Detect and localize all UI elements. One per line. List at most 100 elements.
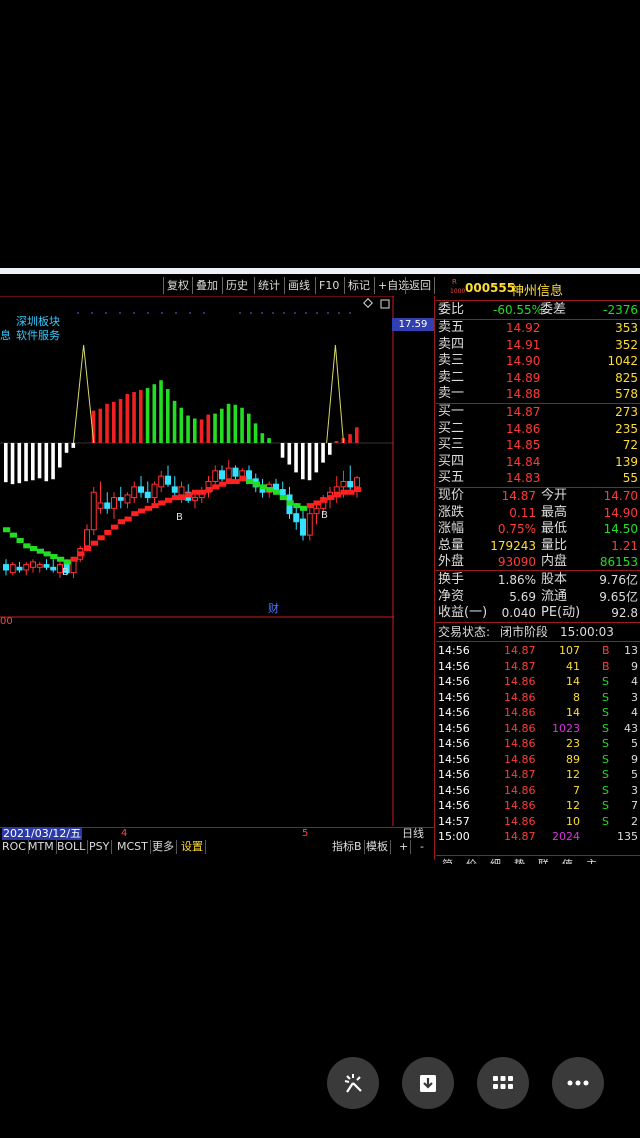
trade-time: 14:56 <box>438 783 470 797</box>
ma-segment <box>138 508 146 514</box>
candle-body <box>23 564 30 571</box>
chart-toolbar: 复权 叠加 历史 统计 画线 F10 标记 +自选 返回 <box>0 277 435 295</box>
indicator-bar <box>112 401 116 443</box>
indicator-bar <box>58 443 62 468</box>
date-axis-row: 2021/03/12/五 4 5 日线 <box>0 827 434 841</box>
stock-badge-bottom: 1000 <box>450 288 466 295</box>
dot-marker <box>133 312 135 314</box>
trade-direction: S <box>602 675 609 688</box>
indicator-bar <box>314 443 319 473</box>
bid-price: 14.84 <box>506 454 541 469</box>
detail-tab[interactable]: 简 <box>442 856 453 864</box>
indicator-bar <box>71 443 76 448</box>
detail-tab[interactable]: 势 <box>514 856 525 864</box>
indicator-bar <box>287 443 292 465</box>
tab-boll[interactable]: BOLL <box>55 840 89 854</box>
ask-row[interactable]: 卖四 14.91 352 <box>438 337 638 353</box>
stat-value: 14.90 <box>603 505 638 520</box>
bid-row[interactable]: 买一 14.87 273 <box>438 404 638 420</box>
detail-tab[interactable]: 值 <box>562 856 573 864</box>
toolbar-history-button[interactable]: 历史 <box>222 277 251 294</box>
ma-segment <box>293 503 301 509</box>
ask-row[interactable]: 卖五 14.92 353 <box>438 320 638 336</box>
bid-label: 买三 <box>438 437 465 453</box>
ask-row[interactable]: 卖三 14.90 1042 <box>438 353 638 369</box>
ask-row[interactable]: 卖二 14.89 825 <box>438 370 638 386</box>
toolbar-stats-button[interactable]: 统计 <box>254 277 283 294</box>
ask-row[interactable]: 卖一 14.88 578 <box>438 386 638 402</box>
tab-more[interactable]: 更多 <box>150 840 177 854</box>
bid-row[interactable]: 买二 14.86 235 <box>438 421 638 437</box>
toolbar-draw-button[interactable]: 画线 <box>284 277 313 294</box>
indicator-bar <box>132 392 136 443</box>
tab-roc[interactable]: ROC <box>0 840 29 854</box>
stat-row: 现价 14.87 今开 14.70 <box>438 488 638 504</box>
ma-segment <box>90 540 98 546</box>
quote-separator <box>436 622 640 623</box>
wei-bi-row: 委比 -60.55% 委差 -2376 <box>438 302 638 318</box>
tab-psy[interactable]: PSY <box>87 840 113 854</box>
toolbar-fuquan-button[interactable]: 复权 <box>163 277 192 294</box>
trade-price: 14.86 <box>504 799 536 812</box>
quote-separator <box>436 641 640 642</box>
tab-settings[interactable]: 设置 <box>179 840 206 854</box>
indicator-bar <box>334 441 339 443</box>
dot-marker <box>261 312 263 314</box>
ask-volume: 353 <box>615 321 638 335</box>
candle-body <box>131 486 138 499</box>
finance-marker[interactable]: 财 <box>268 600 279 616</box>
ma-segment <box>3 527 11 533</box>
stat-value: 1.86% <box>497 573 536 587</box>
trade-count: 135 <box>617 830 638 843</box>
download-button[interactable] <box>402 1057 454 1109</box>
buy-marker: B <box>62 567 69 578</box>
ma-segment <box>313 500 321 506</box>
magic-wand-icon <box>344 1074 362 1093</box>
stat-value: 14.50 <box>603 522 638 537</box>
indicator-bar <box>105 403 109 443</box>
ma-segment <box>84 546 92 552</box>
toolbar-mark-button[interactable]: 标记 <box>344 277 373 294</box>
grid-menu-button[interactable] <box>477 1057 529 1109</box>
toolbar-back-button[interactable]: 返回 <box>405 277 435 294</box>
trade-time: 14:56 <box>438 675 470 688</box>
trade-volume: 12 <box>566 799 580 812</box>
bid-row[interactable]: 买四 14.84 139 <box>438 454 638 470</box>
toolbar-f10-button[interactable]: F10 <box>315 277 342 294</box>
kline-chart[interactable]: 18.0017.5017.0016.5016.0015.5015.0014.50… <box>0 296 394 826</box>
indicator-signal-line <box>73 344 95 444</box>
magic-wand-button[interactable] <box>327 1057 379 1109</box>
indicator-bar <box>64 443 69 453</box>
period-label[interactable]: 日线 <box>402 828 424 840</box>
stock-badge-top: R <box>452 278 457 286</box>
more-button[interactable] <box>552 1057 604 1109</box>
ma-segment <box>36 548 44 554</box>
indicator-bar <box>139 390 143 443</box>
ask-volume: 352 <box>615 337 638 352</box>
indicator-bar <box>125 394 130 443</box>
zoom-out-button[interactable]: - <box>418 840 426 854</box>
ma-segment <box>252 481 260 487</box>
detail-tab[interactable]: 细 <box>490 856 501 864</box>
ask-volume: 1042 <box>607 354 638 369</box>
ma-segment <box>306 503 314 509</box>
trade-count: 5 <box>631 737 638 750</box>
zoom-in-button[interactable]: + <box>397 840 412 854</box>
tab-mcst[interactable]: MCST <box>115 840 151 854</box>
detail-tab[interactable]: 联 <box>538 856 549 864</box>
detail-tab[interactable]: 主 <box>586 856 597 864</box>
tab-template[interactable]: 模板 <box>364 840 391 854</box>
trade-volume: 1023 <box>552 721 580 735</box>
ma-segment <box>279 495 287 501</box>
tab-mtm[interactable]: MTM <box>26 840 57 854</box>
candle-body <box>347 481 354 488</box>
candle-body <box>50 566 57 571</box>
bid-row[interactable]: 买五 14.83 55 <box>438 470 638 486</box>
tab-indicator-b[interactable]: 指标B <box>330 840 365 854</box>
bid-row[interactable]: 买三 14.85 72 <box>438 437 638 453</box>
detail-tab[interactable]: 价 <box>466 856 477 864</box>
trade-row: 14:56 14.86 14 S 4 <box>438 705 640 720</box>
toolbar-overlay-button[interactable]: 叠加 <box>192 277 221 294</box>
candle-body <box>124 494 131 504</box>
stat-label: 量比 <box>541 537 568 553</box>
